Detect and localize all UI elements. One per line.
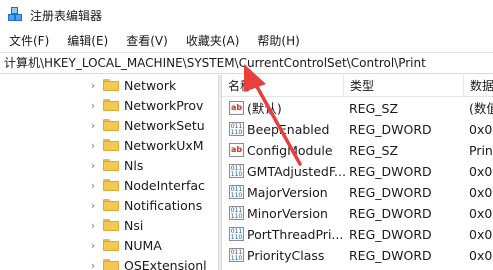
folder-icon (103, 259, 119, 270)
dword-value-icon: 011 110 (229, 227, 244, 241)
folder-icon (103, 119, 119, 131)
value-name: MinorVersion (247, 206, 328, 221)
folder-icon (103, 239, 119, 251)
tree-item-label: OSExtensionl (124, 257, 207, 270)
tree-item-label: NetworkProv (124, 97, 204, 113)
address-bar[interactable]: 计算机\HKEY_LOCAL_MACHINE\SYSTEM\CurrentCon… (0, 52, 493, 74)
value-type: REG_DWORD (349, 164, 432, 179)
chevron-right-icon[interactable]: › (88, 255, 98, 270)
chevron-right-icon[interactable]: › (88, 155, 98, 175)
folder-icon (103, 139, 119, 151)
value-name: PortThreadPri... (247, 227, 344, 242)
value-name: GMTAdjustedF... (247, 164, 346, 179)
value-data: Print (469, 143, 493, 158)
key-tree: › Network › NetworkProv › NetworkSetu › … (0, 75, 218, 270)
menu-view[interactable]: 查看(V) (121, 30, 173, 52)
value-data: 0x00 (469, 206, 493, 221)
value-data: 0x00 (469, 122, 493, 137)
value-type: REG_DWORD (349, 122, 432, 137)
column-data[interactable]: 数据 (464, 75, 493, 97)
tree-item[interactable]: › NetworkSetu (0, 115, 218, 135)
tree-item-label: Network (124, 77, 177, 93)
title-bar: 注册表编辑器 (0, 0, 493, 30)
column-type[interactable]: 类型 (344, 75, 464, 97)
value-name: PriorityClass (247, 248, 325, 263)
tree-item[interactable]: › NetworkProv (0, 95, 218, 115)
tree-item-label: Nls (124, 157, 144, 173)
tree-item-label: Nsi (124, 217, 144, 233)
value-data: 0x00 (469, 227, 493, 242)
value-name: BeepEnabled (247, 122, 330, 137)
folder-icon (103, 79, 119, 91)
chevron-right-icon[interactable]: › (88, 215, 98, 235)
menu-favorites[interactable]: 收藏夹(A) (181, 30, 245, 52)
value-row[interactable]: 011110 BeepEnabled REG_DWORD 0x00 (222, 119, 493, 140)
value-data: 0x00 (469, 185, 493, 200)
tree-item[interactable]: › Network (0, 75, 218, 95)
folder-icon (103, 159, 119, 171)
chevron-right-icon[interactable]: › (88, 175, 98, 195)
column-header: 名称 类型 数据 (222, 75, 493, 97)
tree-item-label: NetworkSetu (124, 117, 205, 133)
menu-edit[interactable]: 编辑(E) (62, 30, 113, 52)
dword-value-icon: 011 110 (229, 164, 244, 178)
tree-item[interactable]: › NodeInterfac (0, 175, 218, 195)
window-title: 注册表编辑器 (30, 8, 103, 23)
value-type: REG_DWORD (349, 206, 432, 221)
tree-item[interactable]: › Notifications (0, 195, 218, 215)
value-type: REG_DWORD (349, 227, 432, 242)
dword-value-icon: 011 110 (229, 185, 244, 199)
tree-item-label: Notifications (124, 197, 203, 213)
values-list: 名称 类型 数据 ab (默认) REG_SZ (数值 011 110 BeepE… (222, 75, 493, 270)
tree-item[interactable]: › OSExtensionl (0, 255, 218, 270)
tree-item[interactable]: › Nsi (0, 215, 218, 235)
value-data: 0x00 (469, 248, 493, 263)
value-data: 0x00 (469, 164, 493, 179)
value-row[interactable]: ab (默认) REG_SZ (数值 (222, 98, 493, 119)
tree-item-label: NetworkUxM (124, 137, 204, 153)
value-row[interactable]: 011110 MajorVersion REG_DWORD 0x00 (222, 182, 493, 203)
value-row[interactable]: 011110 MinorVersion REG_DWORD 0x00 (222, 203, 493, 224)
tree-item[interactable]: › NetworkUxM (0, 135, 218, 155)
chevron-right-icon[interactable]: › (88, 235, 98, 255)
chevron-right-icon[interactable]: › (88, 195, 98, 215)
chevron-right-icon[interactable]: › (88, 135, 98, 155)
value-type: REG_SZ (349, 101, 399, 116)
menu-bar: 文件(F) 编辑(E) 查看(V) 收藏夹(A) 帮助(H) (0, 30, 493, 52)
folder-icon (103, 179, 119, 191)
folder-icon (103, 99, 119, 111)
value-type: REG_SZ (349, 143, 399, 158)
folder-icon (103, 199, 119, 211)
tree-item[interactable]: › NUMA (0, 235, 218, 255)
dword-value-icon: 011 110 (229, 122, 244, 136)
dword-value-icon: 011 110 (229, 206, 244, 220)
value-row[interactable]: 011110 PriorityClass REG_DWORD 0x00 (222, 245, 493, 266)
tree-item-label: NodeInterfac (124, 177, 205, 193)
value-row[interactable]: ab ConfigModule REG_SZ Print (222, 140, 493, 161)
dword-value-icon: 011 110 (229, 248, 244, 262)
value-row[interactable]: 011110 PortThreadPri... REG_DWORD 0x00 (222, 224, 493, 245)
value-type: REG_DWORD (349, 185, 432, 200)
value-name: ConfigModule (247, 143, 333, 158)
tree-item[interactable]: › Nls (0, 155, 218, 175)
menu-file[interactable]: 文件(F) (4, 30, 54, 52)
tree-item-label: NUMA (124, 237, 162, 253)
value-name: (默认) (247, 101, 282, 116)
value-data: (数值 (469, 101, 493, 116)
string-value-icon: ab (229, 143, 244, 157)
chevron-right-icon[interactable]: › (88, 75, 98, 95)
value-name: MajorVersion (247, 185, 328, 200)
registry-editor-icon (8, 7, 24, 23)
chevron-right-icon[interactable]: › (88, 95, 98, 115)
menu-help[interactable]: 帮助(H) (252, 30, 304, 52)
value-row[interactable]: 011110 GMTAdjustedF... REG_DWORD 0x00 (222, 161, 493, 182)
column-name[interactable]: 名称 (222, 75, 344, 97)
folder-icon (103, 219, 119, 231)
string-value-icon: ab (229, 101, 244, 115)
value-type: REG_DWORD (349, 248, 432, 263)
chevron-right-icon[interactable]: › (88, 115, 98, 135)
